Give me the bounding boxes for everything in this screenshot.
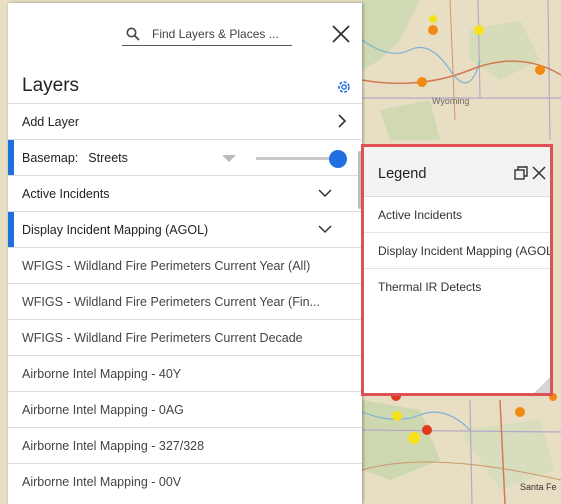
incident-marker[interactable]	[392, 411, 402, 421]
close-panel-icon[interactable]	[330, 23, 352, 45]
layer-label: Airborne Intel Mapping - 327/328	[22, 438, 205, 453]
legend-item: Thermal IR Detects	[378, 280, 482, 294]
search-box[interactable]	[122, 22, 292, 46]
layer-label: Airborne Intel Mapping - 0AG	[22, 402, 184, 417]
incident-marker[interactable]	[408, 432, 420, 444]
incident-marker[interactable]	[417, 77, 427, 87]
layer-label: WFIGS - Wildland Fire Perimeters Current…	[22, 258, 311, 273]
add-layer-button[interactable]: Add Layer	[8, 103, 362, 139]
incident-marker[interactable]	[474, 25, 484, 35]
basemap-dropdown-icon[interactable]	[222, 155, 236, 162]
layer-item[interactable]: Airborne Intel Mapping - 327/328	[8, 427, 362, 463]
restore-window-icon[interactable]	[514, 166, 528, 180]
chevron-down-icon[interactable]	[318, 188, 332, 198]
layer-label: Display Incident Mapping (AGOL)	[22, 222, 209, 237]
active-indicator	[8, 212, 14, 248]
incident-marker[interactable]	[422, 425, 432, 435]
search-row	[8, 3, 362, 55]
basemap-opacity-handle[interactable]	[329, 150, 347, 168]
layer-label: WFIGS - Wildland Fire Perimeters Current…	[22, 294, 320, 309]
layer-item[interactable]: Airborne Intel Mapping - 00V	[8, 463, 362, 499]
layer-item[interactable]: Airborne Intel Mapping - 0AG	[8, 391, 362, 427]
layer-item[interactable]: WFIGS - Wildland Fire Perimeters Current…	[8, 283, 362, 319]
layer-label: WFIGS - Wildland Fire Perimeters Current…	[22, 330, 303, 345]
search-input[interactable]	[152, 26, 282, 41]
chevron-right-icon	[338, 114, 347, 128]
add-layer-label: Add Layer	[22, 114, 79, 129]
layer-label: Active Incidents	[22, 186, 110, 201]
layers-panel: Layers Add Layer Basemap: Streets Active…	[8, 3, 362, 504]
legend-item: Display Incident Mapping (AGOL)	[364, 233, 550, 269]
basemap-opacity-slider[interactable]	[256, 157, 338, 160]
map-label-wyoming: Wyoming	[432, 96, 469, 106]
search-icon	[126, 27, 140, 41]
legend-item: Active Incidents	[364, 197, 550, 233]
legend-resize-handle[interactable]	[534, 377, 550, 393]
legend-title: Legend	[378, 166, 427, 182]
layer-label: Airborne Intel Mapping - 40Y	[22, 366, 182, 381]
basemap-label: Basemap:	[22, 150, 79, 165]
incident-marker[interactable]	[429, 15, 437, 23]
basemap-active-indicator	[8, 140, 14, 176]
incident-marker[interactable]	[515, 407, 525, 417]
incident-marker[interactable]	[428, 25, 438, 35]
legend-panel: Legend Active Incidents Display Incident…	[361, 144, 553, 396]
layer-group-active-incidents[interactable]: Active Incidents	[8, 175, 362, 211]
incident-marker[interactable]	[535, 65, 545, 75]
panel-title: Layers	[22, 75, 80, 96]
layer-group-incident-mapping[interactable]: Display Incident Mapping (AGOL)	[8, 211, 362, 248]
chevron-down-icon[interactable]	[318, 224, 332, 234]
basemap-value[interactable]: Streets	[88, 151, 128, 165]
close-legend-icon[interactable]	[532, 166, 546, 180]
map-label-santa-fe: Santa Fe	[520, 482, 557, 492]
layer-item[interactable]: Airborne Intel Mapping - 40Y	[8, 355, 362, 391]
layer-label: Airborne Intel Mapping - 00V	[22, 474, 182, 489]
legend-header: Legend	[364, 147, 550, 197]
layer-item[interactable]: WFIGS - Wildland Fire Perimeters Current…	[8, 247, 362, 283]
layer-item[interactable]: WFIGS - Wildland Fire Perimeters Current…	[8, 319, 362, 355]
gear-icon[interactable]	[336, 79, 352, 95]
basemap-row: Basemap: Streets	[8, 139, 362, 176]
